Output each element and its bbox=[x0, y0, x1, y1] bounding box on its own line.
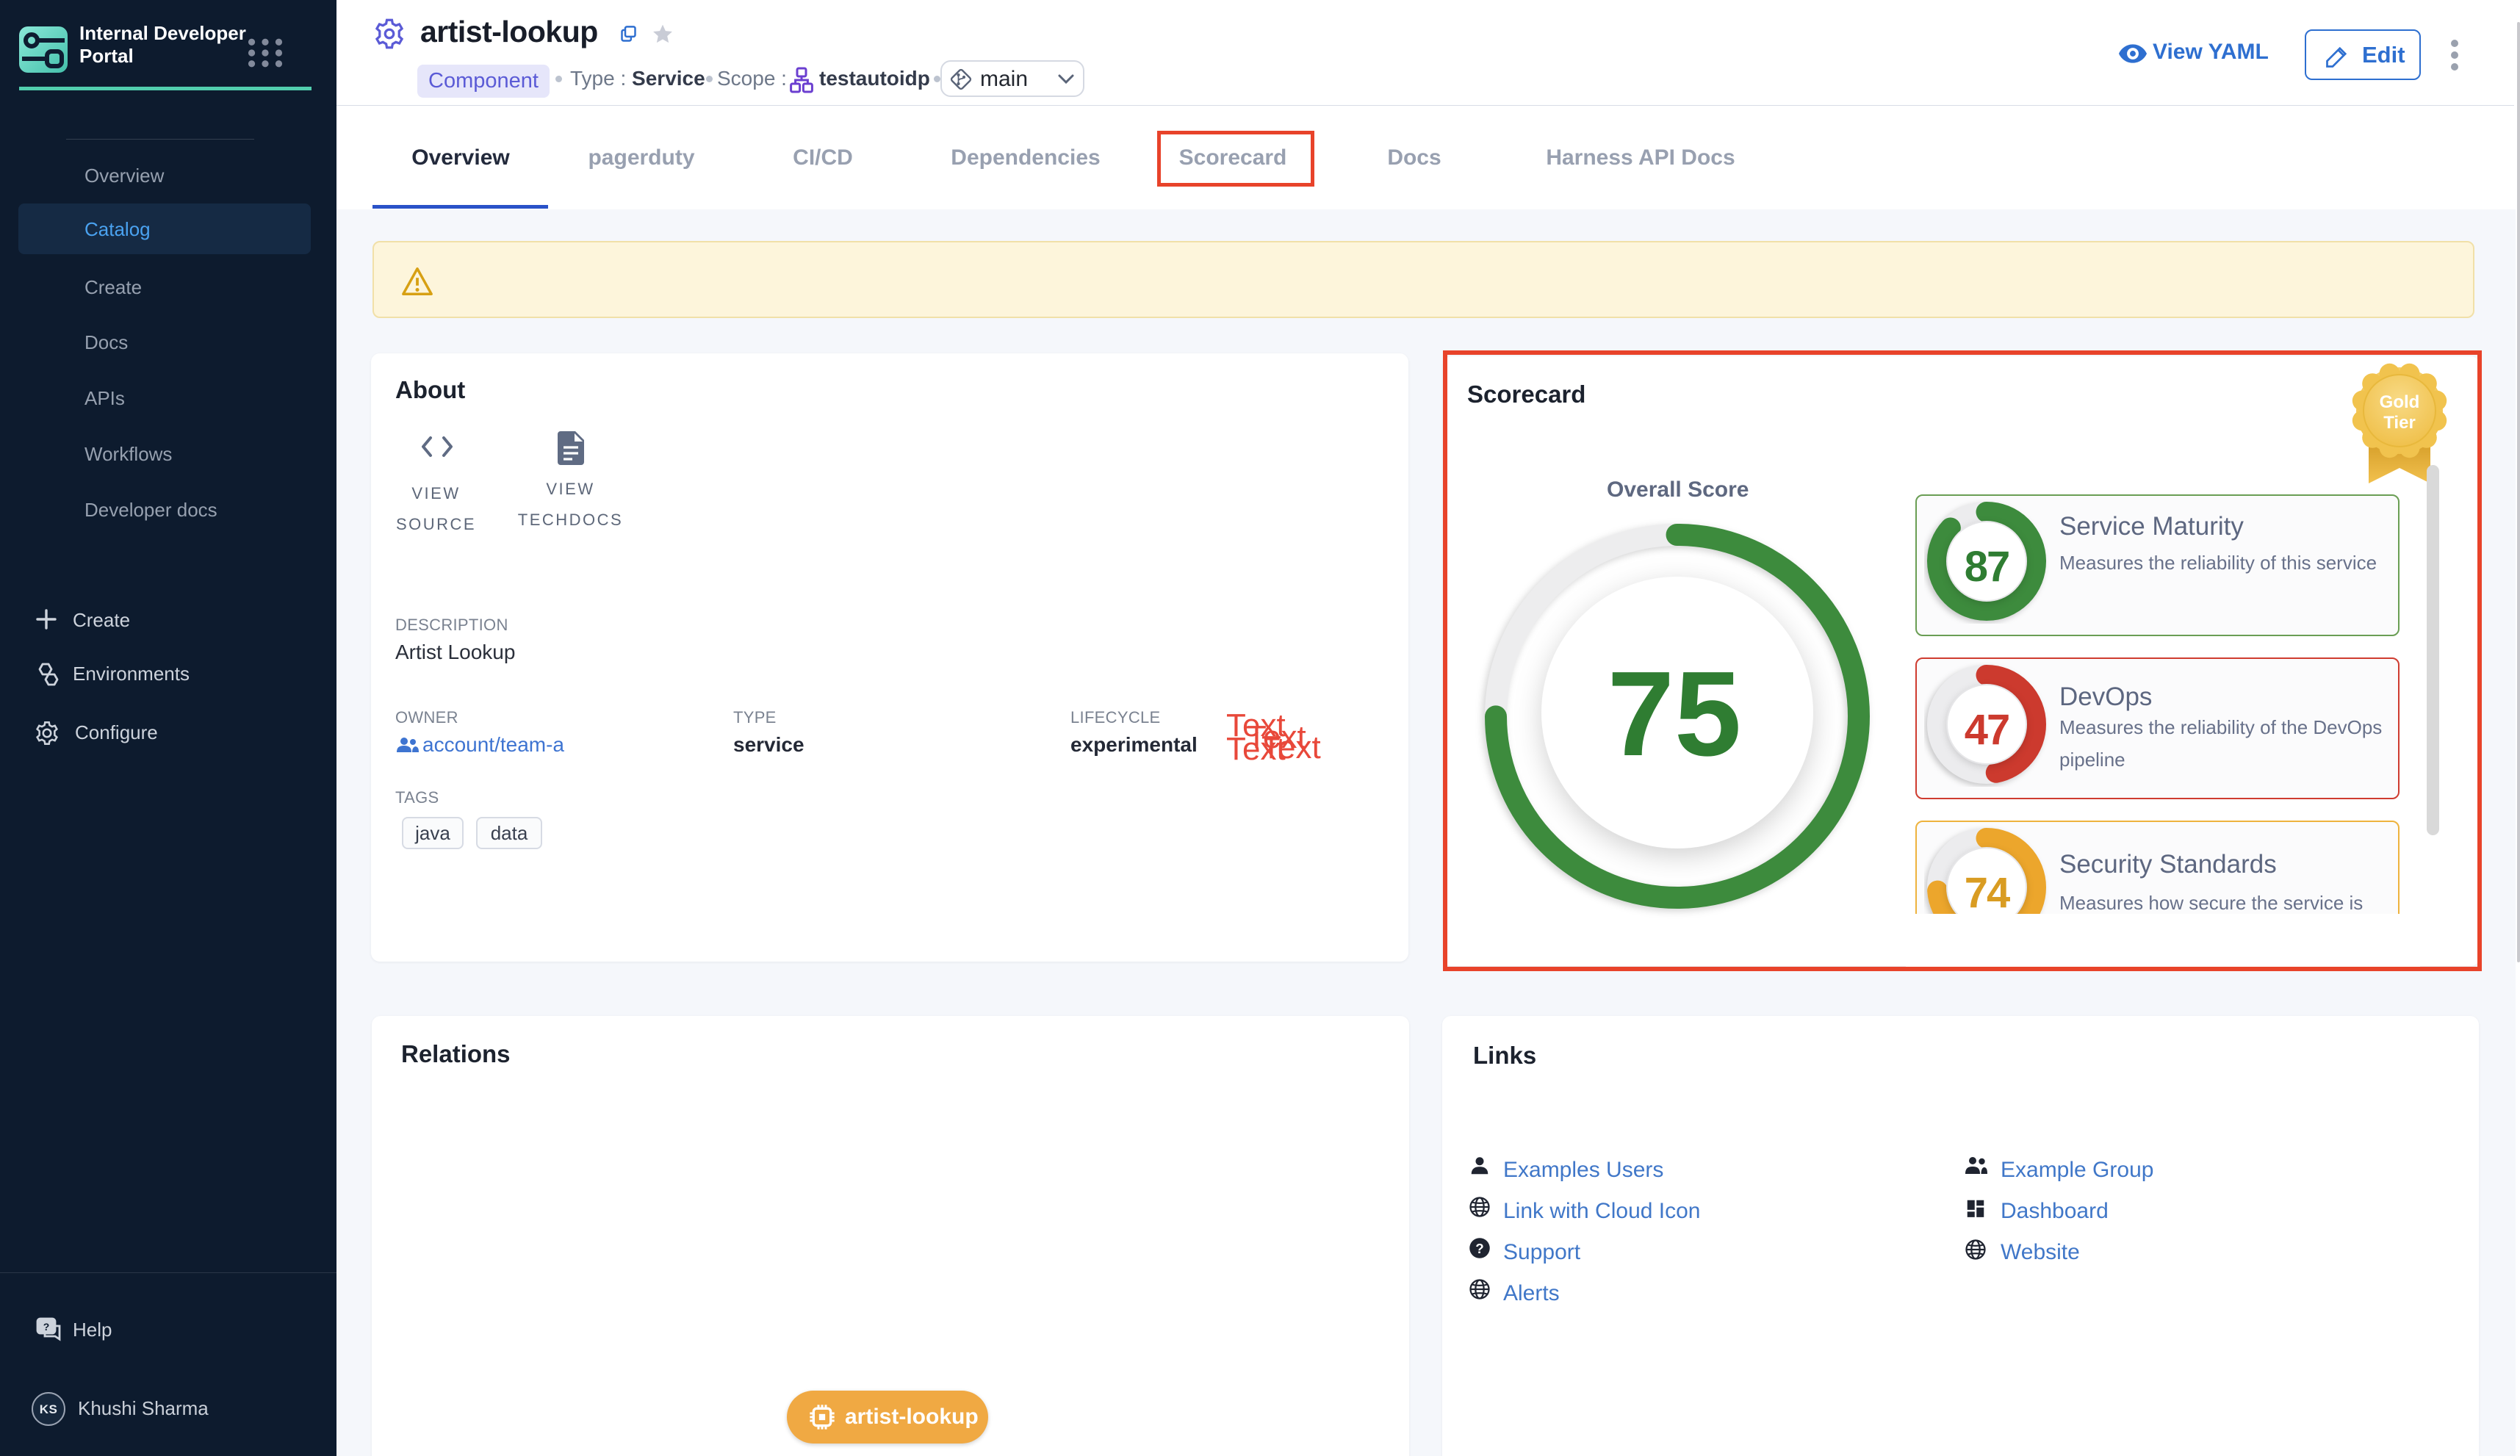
svg-text:?: ? bbox=[1475, 1241, 1483, 1256]
svg-text:?: ? bbox=[43, 1321, 50, 1333]
